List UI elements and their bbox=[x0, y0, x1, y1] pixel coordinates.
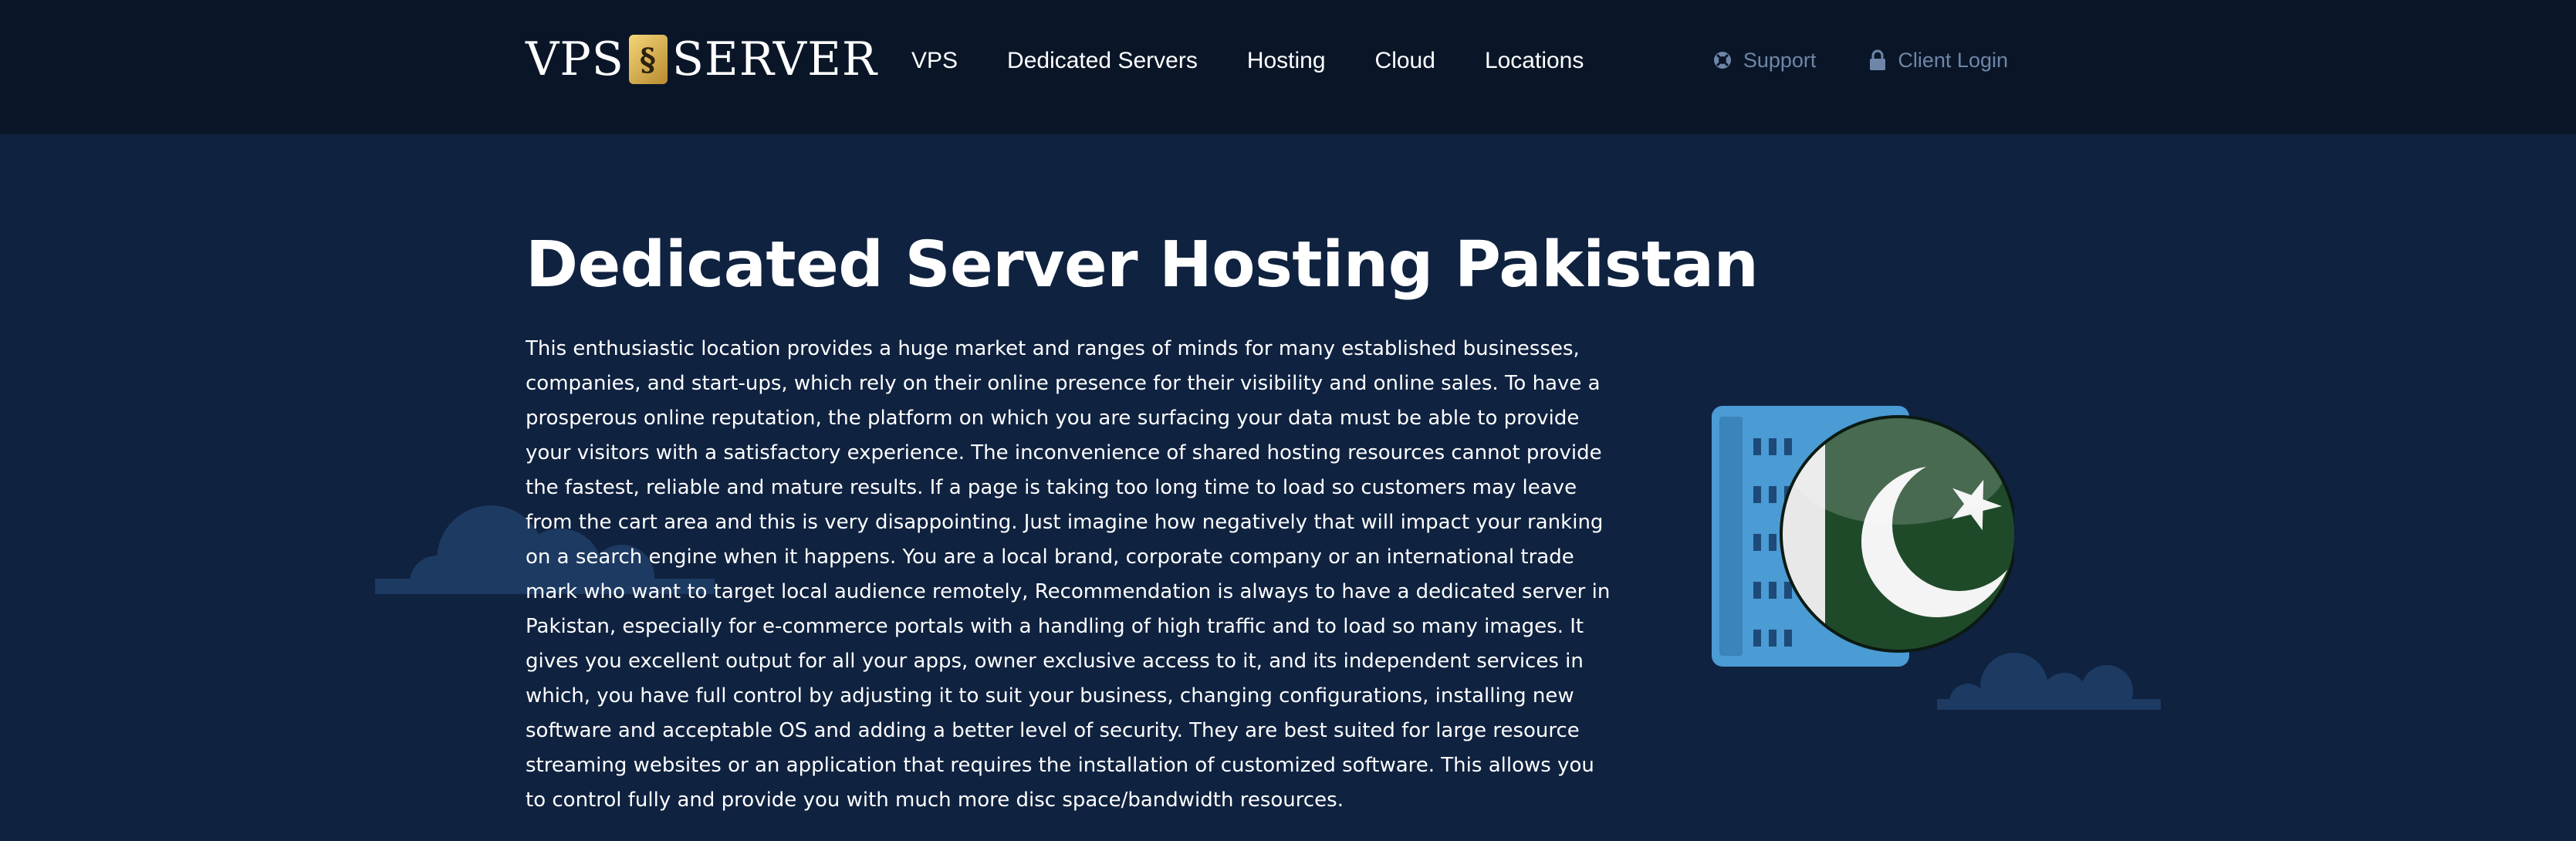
logo-text-server: SERVER bbox=[671, 32, 878, 86]
lock-icon bbox=[1870, 49, 1886, 70]
top-navigation-bar: VPS § SERVER VPS Dedicated Servers Hosti… bbox=[0, 0, 2576, 135]
support-link[interactable]: Support bbox=[1712, 48, 1817, 73]
vpsserver-logo[interactable]: VPS § SERVER bbox=[526, 32, 877, 86]
client-login-label: Client Login bbox=[1898, 48, 2008, 72]
nav-item-dedicated-servers[interactable]: Dedicated Servers bbox=[1007, 48, 1198, 74]
logo-text-vps: VPS bbox=[526, 32, 624, 86]
nav-item-hosting[interactable]: Hosting bbox=[1247, 48, 1326, 74]
hero-description: This enthusiastic location provides a hu… bbox=[526, 337, 1611, 812]
lifebuoy-icon bbox=[1713, 52, 1731, 69]
server-flag-illustration bbox=[1712, 406, 2014, 667]
nav-item-vps[interactable]: VPS bbox=[911, 48, 958, 74]
utility-links: Support Client Login bbox=[1712, 43, 2008, 77]
client-login-link[interactable]: Client Login bbox=[1868, 49, 2008, 73]
support-label: Support bbox=[1743, 48, 1817, 72]
nav-item-locations[interactable]: Locations bbox=[1485, 48, 1584, 74]
nav-item-cloud[interactable]: Cloud bbox=[1375, 48, 1435, 74]
page-title: Dedicated Server Hosting Pakistan bbox=[526, 228, 1759, 302]
main-nav: VPS Dedicated Servers Hosting Cloud Loca… bbox=[911, 42, 1584, 80]
logo-chip-icon: § bbox=[628, 35, 668, 84]
